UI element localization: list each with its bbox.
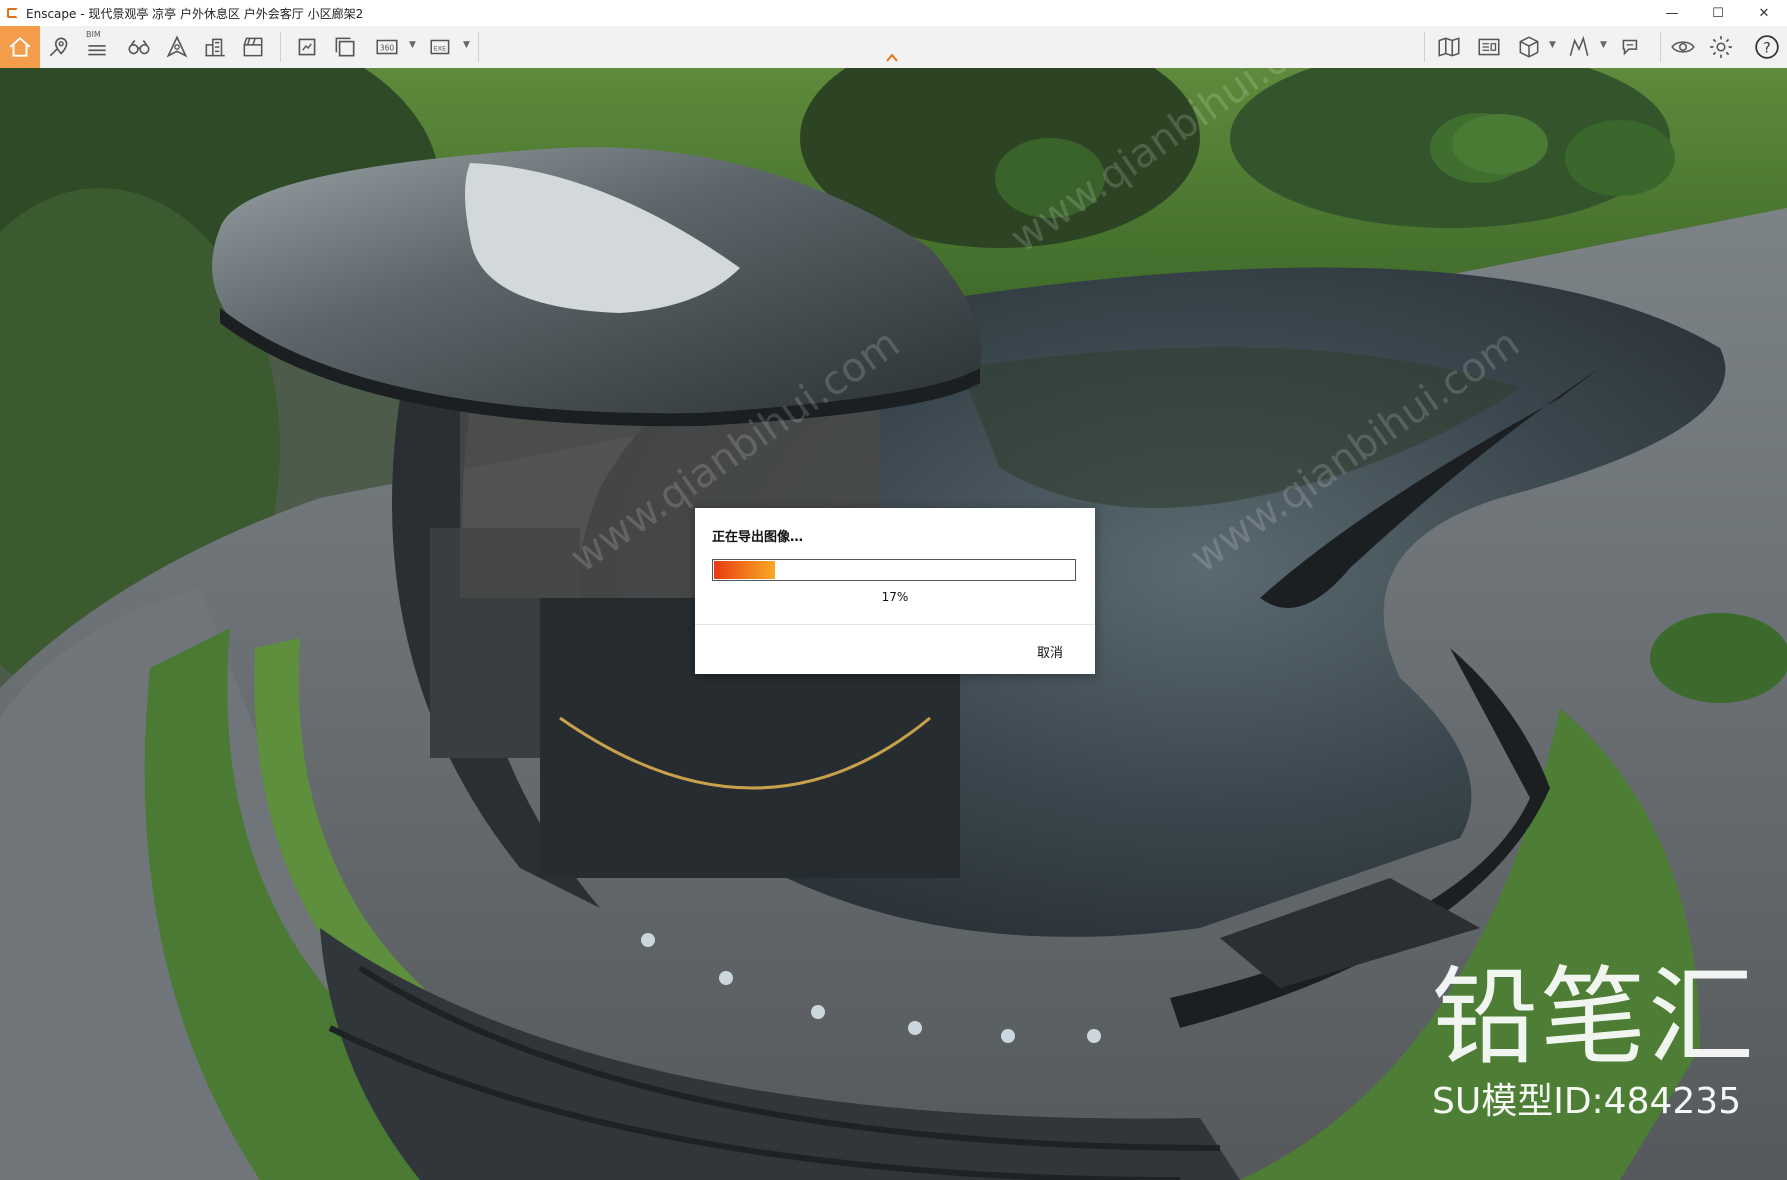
bim-button[interactable]: BIM xyxy=(80,30,114,64)
toolbar-separator xyxy=(478,32,479,62)
buildings-button[interactable] xyxy=(198,30,232,64)
asset-library-button[interactable] xyxy=(1472,30,1506,64)
close-button[interactable]: ✕ xyxy=(1741,0,1787,26)
map-button[interactable] xyxy=(1432,30,1466,64)
view-button[interactable] xyxy=(1666,30,1700,64)
brand-watermark: 铅笔汇 xyxy=(1432,956,1756,1079)
export-dropdown-icon[interactable]: ▼ xyxy=(463,40,470,50)
clapperboard-icon xyxy=(243,37,263,57)
svg-text:360: 360 xyxy=(380,43,395,52)
export-button[interactable]: EXE xyxy=(424,30,458,64)
svg-text:?: ? xyxy=(1763,40,1770,56)
visual-settings-button[interactable] xyxy=(1562,30,1596,64)
maximize-button[interactable]: ☐ xyxy=(1695,0,1741,26)
help-icon: ? xyxy=(1755,35,1779,59)
cancel-button[interactable]: 取消 xyxy=(1037,642,1063,661)
progress-bar xyxy=(712,559,1076,581)
collapse-toolbar-icon[interactable] xyxy=(884,50,900,66)
video-editor-button[interactable] xyxy=(236,30,270,64)
toolbar-separator xyxy=(1660,32,1661,62)
walk-mode-button[interactable] xyxy=(122,30,156,64)
navigation-button[interactable] xyxy=(160,30,194,64)
dialog-divider xyxy=(695,624,1095,625)
views-button[interactable] xyxy=(42,30,76,64)
toolbar-separator xyxy=(1424,32,1425,62)
panorama-360-icon: 360 xyxy=(376,39,398,55)
enscape-logo-icon xyxy=(6,6,20,20)
panorama-button[interactable]: 360 xyxy=(370,30,404,64)
collaboration-button[interactable] xyxy=(1614,30,1648,64)
help-button[interactable]: ? xyxy=(1750,30,1784,64)
home-button[interactable] xyxy=(0,26,40,68)
main-toolbar: BIM 360 ▼ EXE ▼ ▼ ▼ ? xyxy=(0,26,1787,69)
asset-library-icon xyxy=(1478,38,1500,56)
collaboration-icon xyxy=(1622,39,1638,56)
cube-button[interactable] xyxy=(1512,30,1546,64)
panorama-dropdown-icon[interactable]: ▼ xyxy=(409,40,416,50)
location-pin-icon xyxy=(49,37,68,57)
screenshot-icon xyxy=(298,38,316,56)
window-controls: — ☐ ✕ xyxy=(1649,0,1787,26)
cube-dropdown-icon[interactable]: ▼ xyxy=(1549,40,1556,50)
dialog-title: 正在导出图像… xyxy=(712,530,804,545)
window-title: Enscape - 现代景观亭 凉亭 户外休息区 户外会客厅 小区廊架2 xyxy=(26,6,364,21)
screenshot-button[interactable] xyxy=(290,30,324,64)
export-exe-icon: EXE xyxy=(430,39,450,55)
batch-render-button[interactable] xyxy=(328,30,362,64)
settings-gear-icon xyxy=(1710,36,1732,58)
toolbar-separator xyxy=(280,32,281,62)
svg-text:EXE: EXE xyxy=(434,44,447,52)
visual-dropdown-icon[interactable]: ▼ xyxy=(1600,40,1607,50)
binoculars-icon xyxy=(128,40,150,55)
cube-icon xyxy=(1519,36,1539,58)
minimize-button[interactable]: — xyxy=(1649,0,1695,26)
buildings-icon xyxy=(205,38,225,57)
sun-icon xyxy=(1569,35,1589,56)
map-icon xyxy=(1438,37,1460,57)
title-bar: Enscape - 现代景观亭 凉亭 户外休息区 户外会客厅 小区廊架2 — ☐… xyxy=(0,0,1787,26)
progress-bar-fill xyxy=(714,561,775,579)
export-progress-dialog: 正在导出图像… 17% 取消 xyxy=(695,508,1095,674)
eye-icon xyxy=(1671,41,1695,53)
navigation-icon xyxy=(166,35,188,58)
bim-label: BIM xyxy=(86,30,101,39)
home-icon xyxy=(9,37,31,57)
model-id-watermark: SU模型ID:484235 xyxy=(1432,1081,1742,1122)
settings-button[interactable] xyxy=(1704,30,1738,64)
progress-percent: 17% xyxy=(881,590,909,604)
batch-render-icon xyxy=(335,37,355,57)
